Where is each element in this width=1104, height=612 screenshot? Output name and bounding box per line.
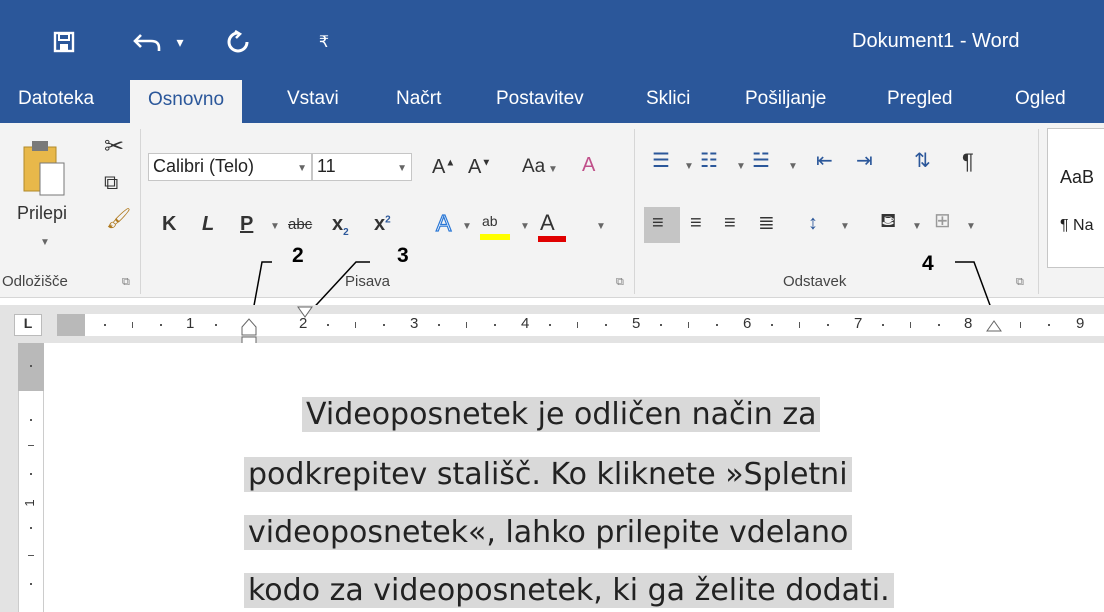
first-line-indent-marker[interactable] — [296, 305, 316, 321]
callout-3: 3 — [397, 244, 409, 267]
tab-pregled[interactable]: Pregled — [887, 88, 953, 110]
tab-postavitev[interactable]: Postavitev — [496, 88, 584, 110]
chevron-down-icon[interactable]: ▼ — [736, 161, 746, 172]
undo-icon[interactable] — [128, 22, 168, 62]
tab-posiljanje[interactable]: Pošiljanje — [745, 88, 826, 110]
document-page[interactable]: Videoposnetek je odličen način za podkre… — [44, 343, 1104, 612]
bold-button[interactable]: K — [162, 214, 176, 234]
right-indent-marker[interactable] — [985, 319, 1005, 335]
paragraph-line[interactable]: Videoposnetek je odličen način za — [302, 395, 821, 435]
cut-icon[interactable]: ✂ — [104, 135, 124, 159]
line-spacing-icon[interactable]: ↕ — [808, 213, 818, 233]
subscript-button[interactable]: x2 — [332, 214, 349, 238]
font-size-combo[interactable]: 11 ▼ — [312, 153, 412, 181]
chevron-down-icon: ▼ — [397, 163, 407, 174]
font-color-dropdown-icon[interactable]: ▼ — [596, 221, 606, 232]
paste-dropdown-icon: ▼ — [40, 237, 50, 248]
vertical-ruler-gutter — [0, 343, 18, 612]
clipboard-group-label: Odložišče — [2, 273, 68, 290]
shading-icon[interactable]: ⛾ — [880, 211, 896, 231]
font-color-button[interactable]: A — [538, 212, 566, 242]
chevron-down-icon[interactable]: ▼ — [966, 221, 976, 232]
tab-datoteka[interactable]: Datoteka — [18, 88, 94, 110]
italic-button[interactable]: L — [202, 214, 214, 234]
ribbon-tabs: Datoteka Osnovno Vstavi Načrt Postavitev… — [0, 78, 1104, 123]
save-icon[interactable] — [46, 22, 82, 62]
shrink-font-icon[interactable]: A▼ — [468, 157, 491, 177]
paragraph-group-label: Odstavek — [783, 273, 847, 290]
decrease-indent-icon[interactable]: ⇤ — [816, 151, 833, 171]
vertical-ruler-ticks: 1 — [22, 365, 37, 585]
horizontal-ruler[interactable]: L 1 2 3 4 5 6 7 8 9 — [0, 305, 1104, 346]
change-case-icon[interactable]: Aa ▼ — [522, 157, 558, 176]
sort-icon[interactable]: ⇅ — [914, 151, 931, 171]
highlight-button[interactable]: ab — [480, 212, 510, 240]
styles-gallery[interactable]: AaB ¶ Na — [1047, 128, 1104, 268]
ribbon: Prilepi ▼ ✂ ⧉ 🖌 Odložišče ⧉ Calibri (Tel… — [0, 123, 1104, 298]
copy-icon[interactable]: ⧉ — [104, 173, 118, 193]
paste-label: Prilepi — [17, 203, 68, 223]
borders-icon[interactable]: ⊞ — [934, 211, 951, 231]
vertical-ruler-number: 1 — [22, 499, 37, 506]
chevron-down-icon[interactable]: ▼ — [840, 221, 850, 232]
tab-vstavi[interactable]: Vstavi — [287, 88, 339, 110]
strikethrough-button[interactable]: abc — [288, 217, 312, 232]
chevron-down-icon[interactable]: ▼ — [912, 221, 922, 232]
group-separator — [140, 129, 141, 294]
multilevel-list-icon[interactable]: ☱ — [752, 151, 770, 171]
underline-button[interactable]: P — [240, 214, 253, 234]
clear-formatting-icon[interactable]: A — [582, 155, 595, 175]
bullets-icon[interactable]: ☰ — [652, 151, 670, 171]
font-group-label: Pisava — [345, 273, 391, 290]
paragraph-line[interactable]: kodo za videoposnetek, ki ga želite doda… — [244, 571, 894, 611]
grow-font-icon[interactable]: A▲ — [432, 157, 455, 177]
underline-dropdown-icon[interactable]: ▼ — [270, 221, 280, 232]
align-center-icon[interactable]: ≡ — [690, 213, 702, 233]
paste-button[interactable]: Prilepi ▼ — [17, 137, 70, 257]
title-bar: ▾ ₹ Dokument1 - Word — [0, 0, 1104, 86]
group-separator — [1038, 129, 1039, 294]
format-painter-icon[interactable]: 🖌 — [106, 209, 131, 229]
chevron-down-icon[interactable]: ▼ — [684, 161, 694, 172]
text-effects-dropdown-icon[interactable]: ▼ — [462, 221, 472, 232]
style-normal-label: ¶ Na — [1060, 217, 1094, 234]
align-left-icon: ≡ — [652, 212, 664, 234]
group-separator — [634, 129, 635, 294]
tab-sklici[interactable]: Sklici — [646, 88, 690, 110]
chevron-down-icon: ▼ — [297, 163, 307, 174]
font-size-value: 11 — [317, 156, 336, 176]
tab-ogled[interactable]: Ogled — [1015, 88, 1066, 110]
increase-indent-icon[interactable]: ⇥ — [856, 151, 873, 171]
style-preview: AaB — [1060, 167, 1095, 187]
undo-dropdown-icon[interactable]: ▾ — [170, 22, 190, 62]
ruler-ticks — [104, 322, 1050, 328]
font-launcher-icon[interactable]: ⧉ — [616, 276, 624, 289]
highlight-dropdown-icon[interactable]: ▼ — [520, 221, 530, 232]
chevron-down-icon[interactable]: ▼ — [788, 161, 798, 172]
redo-icon[interactable] — [220, 22, 256, 62]
font-name-combo[interactable]: Calibri (Telo) ▼ — [148, 153, 312, 181]
tab-osnovno[interactable]: Osnovno — [130, 80, 243, 123]
window-title: Dokument1 - Word — [852, 30, 1020, 52]
tab-nacrt[interactable]: Načrt — [396, 88, 441, 110]
text-effects-button[interactable]: A — [435, 211, 452, 235]
show-formatting-marks-icon[interactable]: ¶ — [962, 151, 974, 173]
numbering-icon[interactable]: ☷ — [700, 151, 718, 171]
paragraph-launcher-icon[interactable]: ⧉ — [1016, 276, 1024, 289]
callout-2: 2 — [292, 244, 304, 267]
font-name-value: Calibri (Telo) — [153, 156, 255, 176]
justify-icon[interactable]: ≣ — [758, 213, 775, 233]
superscript-button[interactable]: x2 — [374, 214, 391, 234]
customize-qat-icon[interactable]: ₹ — [312, 22, 336, 62]
clipboard-launcher-icon[interactable]: ⧉ — [122, 276, 130, 289]
clipboard-icon — [23, 141, 65, 196]
paragraph-line[interactable]: videoposnetek«, lahko prilepite vdelano — [244, 513, 853, 553]
align-right-icon[interactable]: ≡ — [724, 213, 736, 233]
callout-4: 4 — [922, 252, 934, 275]
paragraph-line[interactable]: podkrepitev stališč. Ko kliknete »Spletn… — [244, 455, 852, 495]
